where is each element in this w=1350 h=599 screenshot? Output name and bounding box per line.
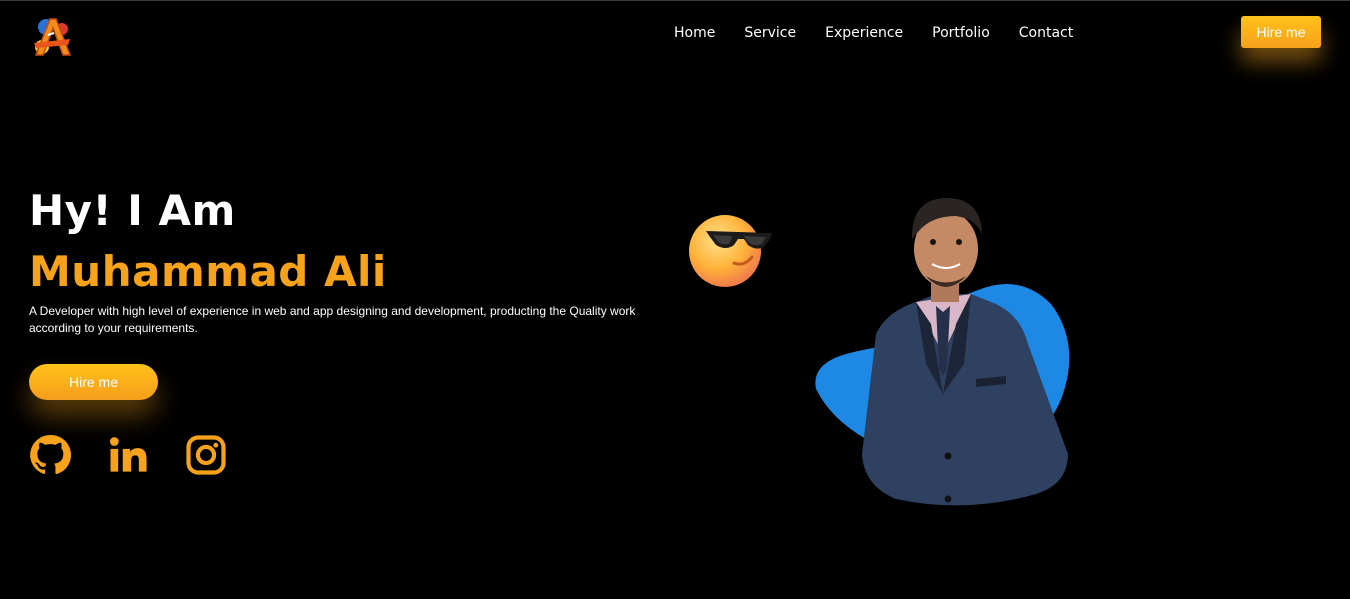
nav-portfolio[interactable]: Portfolio (932, 23, 990, 43)
hero-greeting: Hy! I Am (29, 186, 236, 235)
hero-hire-button[interactable]: Hire me (29, 364, 158, 400)
github-icon[interactable] (29, 433, 72, 477)
linkedin-icon[interactable] (107, 433, 149, 477)
sunglasses-emoji-icon (689, 215, 772, 287)
hero-description: A Developer with high level of experienc… (29, 304, 636, 335)
social-links (29, 433, 227, 477)
nav-experience[interactable]: Experience (825, 23, 903, 43)
hero-name: Muhammad Ali (29, 247, 387, 296)
nav-contact[interactable]: Contact (1019, 23, 1073, 43)
nav-home[interactable]: Home (674, 23, 715, 43)
header-hire-button[interactable]: Hire me (1241, 16, 1321, 48)
nav-service[interactable]: Service (744, 23, 796, 43)
profile-portrait (815, 198, 1070, 510)
instagram-icon[interactable] (185, 433, 227, 477)
main-nav: Home Service Experience Portfolio Contac… (674, 23, 1073, 43)
logo-a-icon[interactable] (28, 13, 76, 61)
